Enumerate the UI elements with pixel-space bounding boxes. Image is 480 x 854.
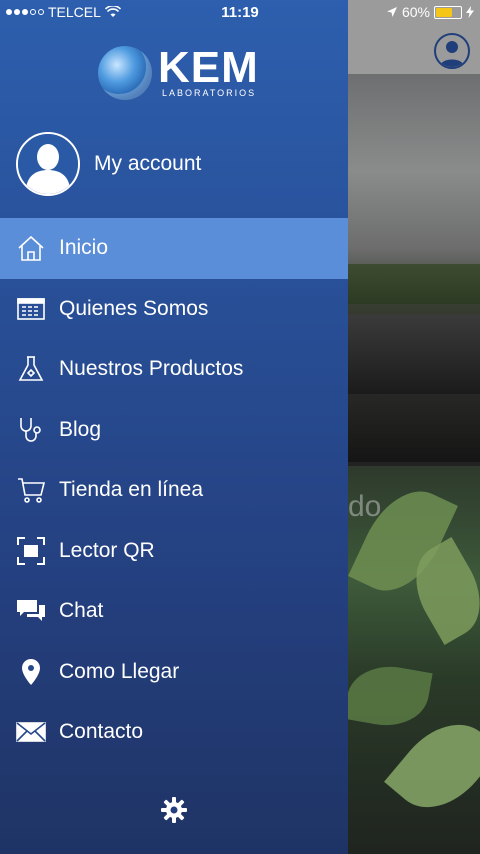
building-icon bbox=[16, 294, 46, 324]
status-right: 60% bbox=[386, 4, 474, 20]
drawer-menu: Inicio Quienes Somos Nuestros Productos bbox=[0, 218, 348, 763]
charging-bolt-icon bbox=[466, 6, 474, 18]
background-overlay-text: do bbox=[348, 490, 382, 523]
my-account-row[interactable]: My account bbox=[16, 132, 201, 196]
globe-logo-icon bbox=[98, 46, 152, 100]
location-pin-icon bbox=[16, 657, 46, 687]
menu-label: Tienda en línea bbox=[59, 478, 203, 502]
menu-item-como-llegar[interactable]: Como Llegar bbox=[0, 642, 348, 703]
menu-item-lector-qr[interactable]: Lector QR bbox=[0, 521, 348, 582]
menu-item-nuestros-productos[interactable]: Nuestros Productos bbox=[0, 339, 348, 400]
envelope-icon bbox=[16, 717, 46, 747]
my-account-label: My account bbox=[94, 152, 202, 175]
qr-scan-icon bbox=[16, 536, 46, 566]
logo-subtitle: LABORATORIOS bbox=[162, 88, 257, 98]
menu-item-quienes-somos[interactable]: Quienes Somos bbox=[0, 279, 348, 340]
menu-item-blog[interactable]: Blog bbox=[0, 400, 348, 461]
settings-gear-icon[interactable] bbox=[160, 796, 188, 824]
status-bar: TELCEL 11:19 60% bbox=[0, 0, 480, 24]
menu-item-tienda-en-linea[interactable]: Tienda en línea bbox=[0, 460, 348, 521]
background-photo-landscape bbox=[348, 74, 480, 462]
chat-icon bbox=[16, 596, 46, 626]
menu-label: Lector QR bbox=[59, 538, 155, 562]
menu-item-chat[interactable]: Chat bbox=[0, 581, 348, 642]
menu-label: Nuestros Productos bbox=[59, 357, 244, 381]
menu-item-inicio[interactable]: Inicio bbox=[0, 218, 348, 279]
background-photo-plants bbox=[348, 466, 480, 854]
menu-label: Inicio bbox=[59, 236, 109, 260]
logo-brand: KEM bbox=[158, 43, 259, 92]
kem-logo: KEM LABORATORIOS bbox=[98, 46, 259, 100]
stethoscope-icon bbox=[16, 415, 46, 445]
navigation-drawer: KEM LABORATORIOS My account Inicio Quien… bbox=[0, 0, 348, 854]
menu-item-contacto[interactable]: Contacto bbox=[0, 702, 348, 763]
profile-avatar-icon[interactable] bbox=[434, 33, 470, 69]
location-arrow-icon bbox=[386, 7, 397, 17]
menu-label: Quienes Somos bbox=[59, 296, 209, 320]
battery-percent: 60% bbox=[401, 4, 430, 20]
user-avatar-icon bbox=[16, 132, 80, 196]
menu-label: Contacto bbox=[59, 720, 144, 744]
menu-label: Chat bbox=[59, 599, 104, 623]
home-icon bbox=[16, 233, 46, 263]
battery-icon bbox=[434, 5, 462, 19]
menu-label: Blog bbox=[59, 417, 102, 441]
menu-label: Como Llegar bbox=[59, 659, 180, 683]
flask-icon bbox=[16, 354, 46, 384]
cart-icon bbox=[16, 475, 46, 505]
